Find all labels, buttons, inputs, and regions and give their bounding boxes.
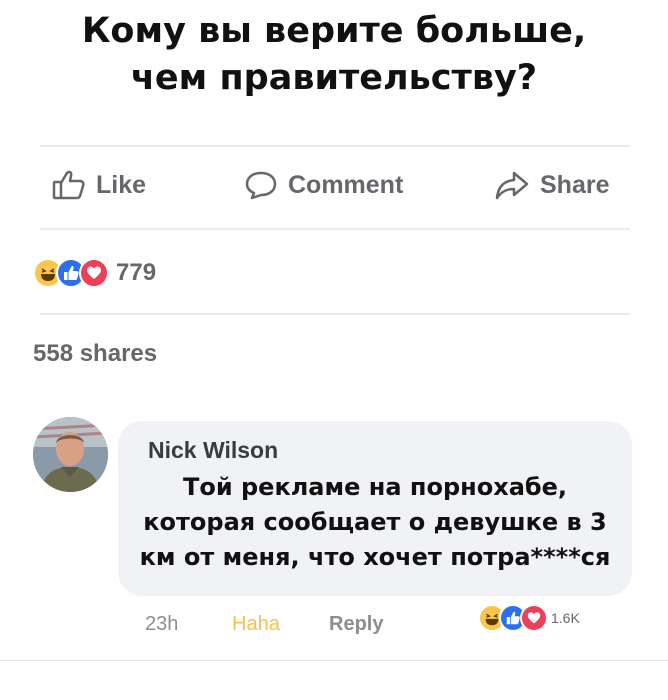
- share-label: Share: [540, 170, 610, 199]
- comment-timestamp[interactable]: 23h: [145, 613, 178, 636]
- divider: [40, 313, 630, 315]
- divider: [0, 660, 668, 661]
- post-action-bar: Like Comment Share: [40, 160, 630, 210]
- shares-count[interactable]: 558 shares: [33, 340, 157, 368]
- divider: [40, 145, 630, 147]
- reaction-count: 779: [116, 259, 157, 286]
- thumbs-up-icon: [52, 169, 86, 201]
- post-reactions-summary[interactable]: 779: [33, 258, 156, 288]
- divider: [40, 228, 630, 230]
- love-reaction-icon: [79, 258, 109, 288]
- comment-label: Comment: [288, 170, 404, 199]
- like-label: Like: [96, 170, 147, 199]
- comment-reply-button[interactable]: Reply: [329, 613, 383, 636]
- headline-line-2: чем правительству?: [130, 58, 538, 98]
- comment-line-3: км от меня, что хочет потра****ся: [139, 543, 611, 571]
- headline-line-1: Кому вы верите больше,: [81, 11, 587, 51]
- comment-button[interactable]: Comment: [244, 169, 403, 201]
- comment-reactions-summary[interactable]: 1.6K: [478, 604, 580, 632]
- comment-author[interactable]: Nick Wilson: [148, 437, 278, 464]
- comment-icon: [244, 169, 278, 201]
- avatar[interactable]: [33, 417, 108, 492]
- comment-text: Той рекламе на порнохабе, которая сообща…: [118, 470, 632, 575]
- comment-line-1: Той рекламе на порнохабе,: [182, 473, 568, 501]
- share-icon: [494, 169, 530, 201]
- like-button[interactable]: Like: [52, 169, 146, 201]
- comment-line-2: которая сообщает о девушке в 3: [143, 508, 607, 536]
- comment-reaction-count: 1.6K: [551, 610, 580, 626]
- love-reaction-icon: [520, 604, 548, 632]
- meme-headline: Кому вы верите больше, чем правительству…: [0, 8, 668, 102]
- comment-haha-button[interactable]: Haha: [232, 613, 280, 636]
- share-button[interactable]: Share: [494, 169, 609, 201]
